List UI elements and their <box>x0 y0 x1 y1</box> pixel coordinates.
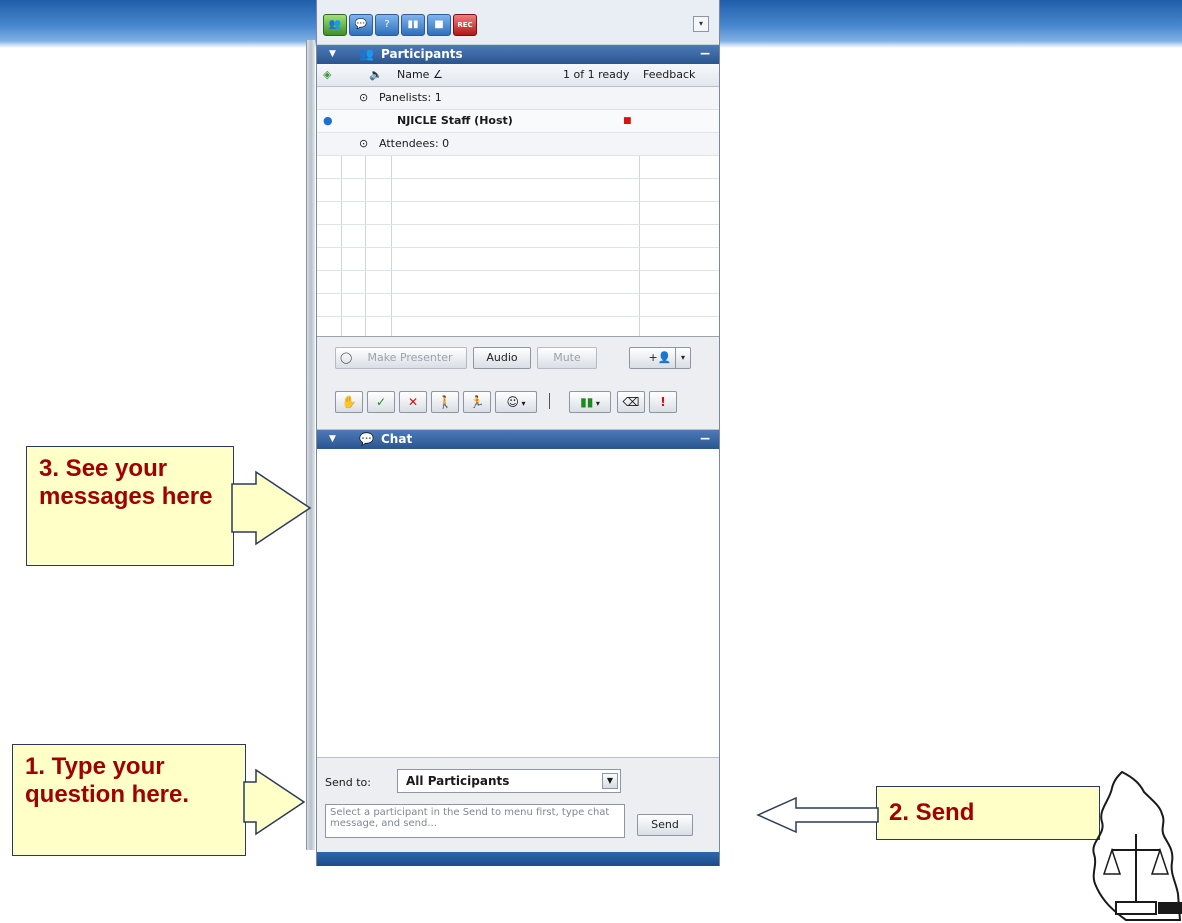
expand-circle-icon[interactable]: ⊙ <box>359 133 368 155</box>
polling-icon[interactable]: ▮▮ <box>401 14 425 36</box>
participants-title: Participants <box>381 47 463 61</box>
send-to-value: All Participants <box>406 774 510 788</box>
chevron-down-icon: ▾ <box>518 399 526 408</box>
empty-row <box>317 179 719 202</box>
send-button[interactable]: Send <box>637 814 693 836</box>
empty-row <box>317 248 719 271</box>
emoticon-icon: ☺ <box>506 395 519 409</box>
chart-icon: ▮▮ <box>580 395 594 409</box>
expand-circle-icon[interactable]: ⊙ <box>359 87 368 109</box>
attendees-group-row[interactable]: ⊙ Attendees: 0 <box>317 133 719 156</box>
callout-arrow-icon <box>243 768 306 836</box>
chevron-down-icon[interactable]: ▼ <box>602 773 618 789</box>
record-icon[interactable]: REC <box>453 14 477 36</box>
chat-messages-area[interactable] <box>317 449 719 757</box>
attendees-group-label: Attendees: 0 <box>379 137 450 150</box>
go-faster-icon[interactable]: 🏃 <box>463 391 491 413</box>
make-presenter-button[interactable]: ◯ Make Presenter <box>335 347 467 369</box>
chat-icon[interactable]: 💬 <box>349 14 373 36</box>
participants-list: ◈ 🔈 Name ∠ 1 of 1 ready Feedback ⊙ Panel… <box>317 64 719 337</box>
panelists-group-row[interactable]: ⊙ Panelists: 1 <box>317 87 719 110</box>
minimize-icon[interactable]: − <box>699 430 711 449</box>
alert-icon[interactable]: ! <box>649 391 677 413</box>
panel-options-menu-icon[interactable]: ▾ <box>693 16 709 32</box>
toolbar-separator <box>549 393 550 409</box>
participant-controls: ◯ Make Presenter Audio Mute +👤 ▾ ✋ ✓ ✕ 🚶… <box>317 337 719 430</box>
chat-send-area: Send to: All Participants ▼ Send <box>317 757 719 856</box>
send-to-select[interactable]: All Participants ▼ <box>397 769 621 793</box>
collapse-caret-icon[interactable]: ▼ <box>329 45 336 64</box>
host-row[interactable]: ● NJICLE Staff (Host) ■ <box>317 110 719 133</box>
participants-header-row: ◈ 🔈 Name ∠ 1 of 1 ready Feedback <box>317 64 719 87</box>
panelists-group-label: Panelists: 1 <box>379 91 442 104</box>
go-slower-icon[interactable]: 🚶 <box>431 391 459 413</box>
invite-button[interactable]: +👤 ▾ <box>629 347 691 369</box>
callout-send: 2. Send <box>876 786 1100 840</box>
no-icon[interactable]: ✕ <box>399 391 427 413</box>
participants-section-icon: 👥 <box>359 47 374 61</box>
raise-hand-icon[interactable]: ✋ <box>335 391 363 413</box>
status-red-icon: ■ <box>623 116 632 126</box>
eraser-icon[interactable]: ⌫ <box>617 391 645 413</box>
chat-message-input[interactable] <box>325 804 625 838</box>
empty-row <box>317 294 719 317</box>
audio-button[interactable]: Audio <box>473 347 531 369</box>
participants-icon[interactable]: 👥 <box>323 14 347 36</box>
feedback-column-header[interactable]: Feedback <box>643 64 695 86</box>
empty-row <box>317 225 719 248</box>
name-column-header[interactable]: Name ∠ <box>397 64 443 86</box>
panel-toolbar: 👥 💬 ? ▮▮ ■ REC ▾ <box>317 0 719 45</box>
callout-type-question: 1. Type your question here. <box>12 744 246 856</box>
presenter-ball-icon: ◈ <box>323 68 332 81</box>
chat-section-header[interactable]: ▼ 💬 Chat − <box>317 430 719 449</box>
callout-arrow-icon <box>231 470 312 546</box>
ready-count: 1 of 1 ready <box>563 68 630 81</box>
presenter-globe-icon: ● <box>323 114 333 127</box>
chevron-down-icon[interactable]: ▾ <box>675 348 690 368</box>
njicle-logo <box>1092 770 1182 921</box>
chat-title: Chat <box>381 432 413 446</box>
chevron-down-icon: ▾ <box>593 399 600 408</box>
collapse-caret-icon[interactable]: ▼ <box>329 430 336 449</box>
status-bar <box>317 852 719 866</box>
invite-user-icon: +👤 <box>648 351 672 364</box>
participants-section-header[interactable]: ▼ 👥 Participants − <box>317 45 719 64</box>
mute-button[interactable]: Mute <box>537 347 597 369</box>
yes-icon[interactable]: ✓ <box>367 391 395 413</box>
empty-row <box>317 202 719 225</box>
callout-arrow-left-icon <box>756 796 879 834</box>
emoticon-dropdown[interactable]: ☺ ▾ <box>495 391 537 413</box>
send-to-label: Send to: <box>325 776 371 789</box>
minimize-icon[interactable]: − <box>699 45 711 64</box>
chart-dropdown[interactable]: ▮▮ ▾ <box>569 391 611 413</box>
empty-row <box>317 156 719 179</box>
video-icon[interactable]: ■ <box>427 14 451 36</box>
qa-icon[interactable]: ? <box>375 14 399 36</box>
panel-divider <box>306 40 315 850</box>
host-name: NJICLE Staff (Host) <box>397 114 513 127</box>
presenter-ball-icon: ◯ <box>340 351 353 364</box>
callout-see-messages: 3. See your messages here <box>26 446 234 566</box>
audio-column-icon[interactable]: 🔈 <box>369 64 383 86</box>
chat-bubble-icon: 💬 <box>359 432 374 446</box>
empty-row <box>317 271 719 294</box>
webex-panel: 👥 💬 ? ▮▮ ■ REC ▾ ▼ 👥 Participants − ◈ 🔈 … <box>316 0 720 866</box>
